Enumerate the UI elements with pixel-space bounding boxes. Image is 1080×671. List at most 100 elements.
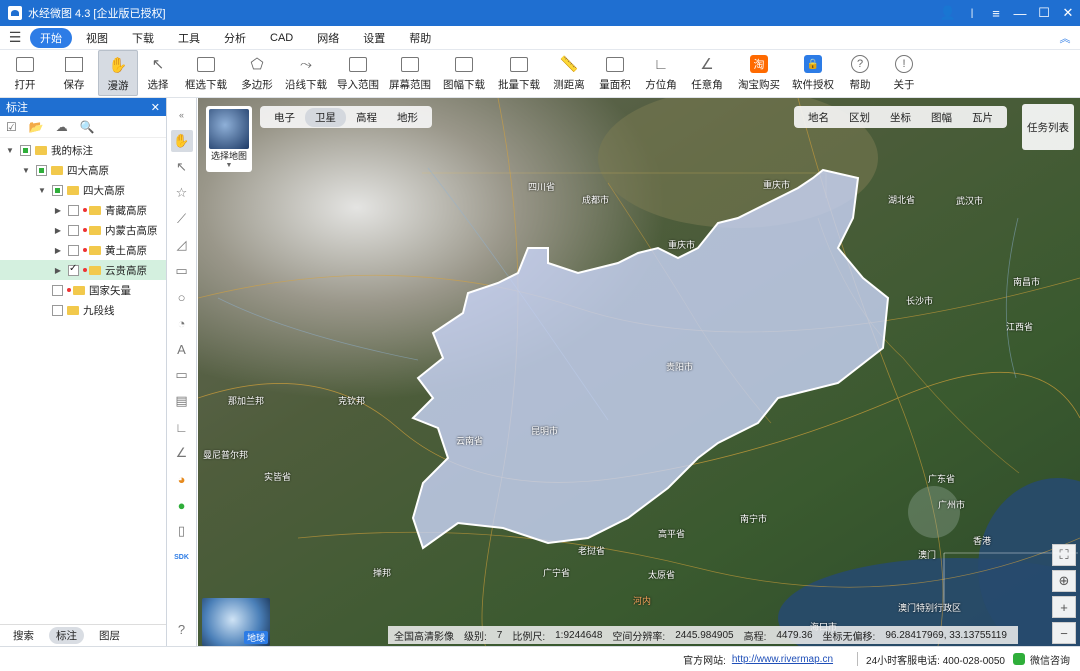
select-button[interactable]: ↖ 选择	[138, 50, 178, 96]
polygon-icon[interactable]: ◿	[171, 234, 193, 256]
fullscreen-icon[interactable]: ⛶	[1052, 544, 1076, 566]
taobao-buy-button[interactable]: 淘淘宝购买	[730, 50, 788, 96]
tab-layers[interactable]: 图层	[92, 627, 127, 644]
collapse-ribbon-icon[interactable]: ︽	[1050, 30, 1080, 46]
tree-checkbox[interactable]	[36, 164, 47, 176]
locate-icon[interactable]: ⊕	[1052, 570, 1076, 592]
measure-distance-button[interactable]: 📏 测距离	[546, 50, 592, 96]
polyline-icon[interactable]: ⟋	[171, 208, 193, 230]
hand-icon[interactable]: ✋	[170, 130, 193, 152]
maximize-button[interactable]: ☐	[1032, 5, 1056, 21]
help-circle-icon[interactable]: ?	[171, 618, 193, 640]
close-button[interactable]: ✕	[1056, 5, 1080, 21]
new-annotation-icon[interactable]: ☑	[6, 120, 17, 134]
measure-distance-icon[interactable]: ▭	[171, 364, 193, 386]
overlay-coordinates[interactable]: 坐标	[880, 108, 921, 127]
tree-node[interactable]: ▼ 四大高原	[0, 180, 166, 200]
map-type-terrain[interactable]: 地形	[387, 108, 428, 127]
phone-icon[interactable]: ▯	[171, 520, 193, 542]
help-button[interactable]: ? 帮助	[838, 50, 882, 96]
cloud-icon[interactable]: ☁	[56, 120, 68, 134]
menu-network[interactable]: 网络	[307, 28, 349, 48]
color-wheel-icon[interactable]: ◕	[171, 468, 193, 490]
rectangle-icon[interactable]: ▭	[171, 260, 193, 282]
sdk-icon[interactable]: SDK	[171, 546, 193, 568]
menu-analysis[interactable]: 分析	[214, 28, 256, 48]
user-icon[interactable]: 👤	[936, 5, 960, 21]
expand-arrow-icon[interactable]: ▶	[52, 246, 64, 255]
menu-help[interactable]: 帮助	[399, 28, 441, 48]
measure-area-icon[interactable]: ▤	[171, 390, 193, 412]
tree-node[interactable]: ▶ 云贵高原	[0, 260, 166, 280]
sheet-download-button[interactable]: 图幅下载	[436, 50, 492, 96]
open-folder-icon[interactable]: 📂	[29, 120, 44, 134]
menu-download[interactable]: 下载	[122, 28, 164, 48]
tree-node[interactable]: 九段线	[0, 300, 166, 320]
menu-view[interactable]: 视图	[76, 28, 118, 48]
minimize-button[interactable]: —	[1008, 6, 1032, 21]
batch-download-button[interactable]: 批量下载	[492, 50, 546, 96]
map-view[interactable]: 四川省 成都市 重庆市 重庆市 湖北省 武汉市 长沙市 南昌市 江西省 贵阳市 …	[198, 98, 1080, 646]
tree-node[interactable]: ▶ 黄土高原	[0, 240, 166, 260]
cursor-icon[interactable]: ↖	[171, 156, 193, 178]
rect-download-button[interactable]: 框选下载	[178, 50, 234, 96]
website-link[interactable]: http://www.rivermap.cn	[732, 654, 833, 665]
map-type-electronic[interactable]: 电子	[264, 108, 305, 127]
circle-icon[interactable]: ○	[171, 286, 193, 308]
sector-icon[interactable]: ◔	[171, 312, 193, 334]
expand-arrow-icon[interactable]: ▼	[20, 166, 32, 175]
angle-icon[interactable]: ∠	[171, 442, 193, 464]
menu-start[interactable]: 开始	[30, 27, 72, 48]
wechat-consult-link[interactable]: 微信咨询	[1030, 652, 1070, 667]
tree-checkbox[interactable]	[52, 184, 63, 196]
menu-icon[interactable]: ≡	[984, 6, 1008, 21]
expand-arrow-icon[interactable]: ▶	[52, 206, 64, 215]
open-button[interactable]: 打开	[0, 50, 50, 96]
polygon-button[interactable]: ⬠ 多边形	[234, 50, 280, 96]
text-icon[interactable]: A	[171, 338, 193, 360]
expand-arrow-icon[interactable]: ▼	[4, 146, 16, 155]
expand-arrow-icon[interactable]: ▼	[36, 186, 48, 195]
hamburger-icon[interactable]: ☰	[0, 29, 30, 46]
save-button[interactable]: 保存	[50, 50, 98, 96]
map-type-satellite[interactable]: 卫星	[305, 107, 346, 127]
tree-checkbox[interactable]	[52, 304, 63, 316]
any-angle-button[interactable]: ∠ 任意角	[684, 50, 730, 96]
zoom-in-button[interactable]: +	[1052, 596, 1076, 618]
license-button[interactable]: 🔒 软件授权	[788, 50, 838, 96]
menu-tools[interactable]: 工具	[168, 28, 210, 48]
tree-checkbox[interactable]	[68, 244, 79, 256]
collapse-panel-icon[interactable]: «	[171, 104, 193, 126]
tree-checkbox[interactable]	[68, 263, 79, 276]
tree-node[interactable]: ▶ 内蒙古高原	[0, 220, 166, 240]
azimuth-button[interactable]: ∟ 方位角	[638, 50, 684, 96]
menu-cad[interactable]: CAD	[260, 30, 303, 46]
search-icon[interactable]: 🔍	[80, 120, 95, 134]
tree-node[interactable]: ▼ 四大高原	[0, 160, 166, 180]
overlay-sheets[interactable]: 图幅	[921, 108, 962, 127]
tree-checkbox[interactable]	[20, 144, 31, 156]
expand-arrow-icon[interactable]: ▶	[52, 226, 64, 235]
green-link-icon[interactable]: ●	[171, 494, 193, 516]
overlay-divisions[interactable]: 区划	[839, 108, 880, 127]
task-list-button[interactable]: 任务列表	[1022, 104, 1074, 150]
select-map-button[interactable]: 选择地图 ▼	[206, 106, 252, 172]
expand-arrow-icon[interactable]: ▶	[52, 266, 64, 275]
screen-range-button[interactable]: 屏幕范围	[384, 50, 436, 96]
panel-close-icon[interactable]: ✕	[151, 101, 160, 114]
tree-node[interactable]: ▼ 我的标注	[0, 140, 166, 160]
overlay-tiles[interactable]: 瓦片	[962, 108, 1003, 127]
about-button[interactable]: ! 关于	[882, 50, 926, 96]
globe-button[interactable]: 地球	[202, 598, 270, 646]
menu-settings[interactable]: 设置	[353, 28, 395, 48]
zoom-out-button[interactable]: −	[1052, 622, 1076, 644]
measure-area-button[interactable]: 量面积	[592, 50, 638, 96]
tree-checkbox[interactable]	[68, 224, 79, 236]
tree-node[interactable]: ▶ 青藏高原	[0, 200, 166, 220]
line-download-button[interactable]: ⤳ 沿线下载	[280, 50, 332, 96]
tree-checkbox[interactable]	[68, 204, 79, 216]
azimuth-icon[interactable]: ∟	[171, 416, 193, 438]
pan-button[interactable]: ✋ 漫游	[98, 50, 138, 96]
tab-search[interactable]: 搜索	[6, 627, 41, 644]
overlay-placenames[interactable]: 地名	[798, 108, 839, 127]
